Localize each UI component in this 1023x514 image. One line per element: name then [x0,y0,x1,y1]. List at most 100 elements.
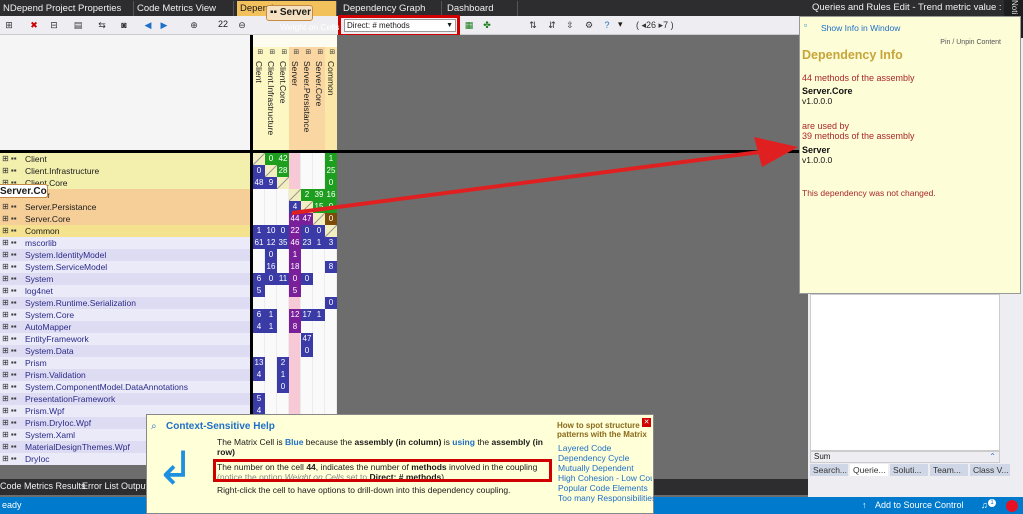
link-layered-code[interactable]: Layered Code [558,443,611,453]
matrix-cell[interactable]: 0 [313,225,325,237]
row-header[interactable]: ⊞ ▪▪ AutoMapper [0,321,250,333]
matrix-cell[interactable]: 5 [289,285,301,297]
matrix-cell[interactable]: 16 [265,261,277,273]
expand-icon[interactable]: ⊞ ▪▪ [2,297,17,309]
tab-search[interactable]: Search... [810,464,848,476]
tab-ndepend-project-properties[interactable]: NDepend Project Properties [0,1,134,16]
expand-icon[interactable]: ⊞ ▪▪ [2,285,17,297]
row-header[interactable]: ⊞ ▪▪ Common [0,225,250,237]
row-header[interactable]: ⊞ ▪▪ PresentationFramework [0,393,250,405]
tab-team[interactable]: Team... [930,464,968,476]
matrix-cell[interactable]: 6 [253,309,265,321]
matrix-cell[interactable]: 0 [301,225,313,237]
matrix-cell[interactable]: 13 [253,357,265,369]
expand-icon[interactable]: ⊞ [291,49,299,55]
matrix-cell[interactable]: 8 [289,321,301,333]
column-header[interactable]: ⊞ Common [325,47,337,151]
tab-dashboard[interactable]: Dashboard [444,1,518,16]
tab-code-metrics-view[interactable]: Code Metrics View [134,1,234,16]
link-popular-code-elements[interactable]: Popular Code Elements [558,483,648,493]
matrix-cell[interactable]: 2 [301,189,313,201]
tab-error-list[interactable]: Error List [82,481,119,491]
matrix-cell[interactable]: 8 [325,261,337,273]
matrix-cell[interactable]: 18 [289,261,301,273]
matrix-cell[interactable]: 48 [253,177,265,189]
expand-icon[interactable]: ⊞ ▪▪ [2,261,17,273]
matrix-cell[interactable]: 42 [277,153,289,165]
expand-icon[interactable]: ⊞ ▪▪ [2,273,17,285]
matrix-cell[interactable]: 11 [277,273,289,285]
matrix-cell[interactable]: 47 [301,213,313,225]
matrix-cell[interactable]: 1 [325,153,337,165]
matrix-cell[interactable]: 0 [301,345,313,357]
column-header[interactable]: ⊞ Server [289,47,301,151]
matrix-cell[interactable]: 3 [325,237,337,249]
expand-icon[interactable]: ⊞ ▪▪ [2,165,17,177]
expand-icon[interactable]: ⊞ ▪▪ [2,153,17,165]
matrix-cell[interactable]: 9 [265,177,277,189]
matrix-cell[interactable]: 17 [301,309,313,321]
expand-icon[interactable]: ⊞ [303,49,311,55]
column-header[interactable]: ⊞ Client.Infrastructure [265,47,277,151]
row-header[interactable]: ⊞ ▪▪ Server.Core [0,213,250,225]
filter-icon[interactable]: ▾ [618,19,623,30]
help-icon[interactable]: ? [601,19,613,31]
row-header[interactable]: ⊞ ▪▪ Client.Infrastructure [0,165,250,177]
expand-icon[interactable]: ⊞ [315,49,323,55]
expand-icon[interactable]: ⊞ ▪▪ [2,393,17,405]
row-header[interactable]: ⊞ ▪▪ EntityFramework [0,333,250,345]
column-header[interactable]: ⊞ Server.Core [313,47,325,151]
matrix-cell[interactable]: 12 [289,309,301,321]
matrix-options-icon[interactable]: ⊞ [3,19,15,31]
expand-icon[interactable]: ⊞ ▪▪ [2,309,17,321]
matrix-cell[interactable]: 0 [325,177,337,189]
show-info-in-window-link[interactable]: Show Info in Window [821,23,900,33]
matrix-cell[interactable]: 0 [253,165,265,177]
matrix-cell[interactable]: 0 [265,249,277,261]
expand-icon[interactable]: ⊞ ▪▪ [2,453,17,465]
matrix-cell[interactable]: 47 [301,333,313,345]
layout-icon[interactable]: ▤ [72,19,84,31]
split-icon[interactable]: ⇅ [527,19,539,31]
close-icon[interactable]: ✕ [642,418,651,427]
sort-icon[interactable]: ⇳ [564,19,576,31]
row-header[interactable]: ⊞ ▪▪ Prism.Validation [0,369,250,381]
matrix-cell[interactable]: 0 [325,213,337,225]
settings-icon[interactable]: ⚙ [583,19,595,31]
column-header[interactable]: ⊞ Server.Persistance [301,47,313,151]
expand-icon[interactable]: ⊞ ▪▪ [2,213,17,225]
tab-output[interactable]: Output [121,481,148,491]
row-header[interactable]: ⊞ ▪▪ System.IdentityModel [0,249,250,261]
matrix-cell[interactable]: 4 [289,201,301,213]
link-high-cohesion[interactable]: High Cohesion - Low Coupli [558,473,652,483]
row-header[interactable]: ⊞ ▪▪ System.Runtime.Serialization [0,297,250,309]
camera-icon[interactable]: ◙ [118,19,130,31]
bell-icon[interactable]: ♫ [981,497,988,514]
queries-rules-edit-title[interactable]: Queries and Rules Edit - Trend metric va… [808,0,1004,16]
matrix-cell[interactable]: 12 [265,237,277,249]
expand-icon[interactable]: ⊞ ▪▪ [2,441,17,453]
expand-icon[interactable]: ⊞ ▪▪ [2,381,17,393]
matrix-cell[interactable]: 25 [325,165,337,177]
matrix-cell[interactable]: 10 [265,225,277,237]
nav-left-icon[interactable]: ◂ [639,20,647,30]
matrix-cell[interactable]: 4 [253,369,265,381]
row-header[interactable]: ⊞ ▪▪ mscorlib [0,237,250,249]
matrix-cell[interactable]: 0 [301,273,313,285]
column-header[interactable]: ⊞ Client [253,47,265,151]
forward-icon[interactable]: ▶ [158,19,170,31]
matrix-cell[interactable]: 1 [265,321,277,333]
error-status-icon[interactable] [1006,500,1018,512]
matrix-cell[interactable]: 0 [277,381,289,393]
pin-unpin-link[interactable]: Pin / Unpin Content [940,39,1001,46]
matrix-cell[interactable]: 16 [325,189,337,201]
row-header[interactable]: ⊞ ▪▪ System.Core [0,309,250,321]
row-header[interactable]: ⊞ ▪▪ System.ComponentModel.DataAnnotation… [0,381,250,393]
link-mutually-dependent[interactable]: Mutually Dependent [558,463,634,473]
row-header[interactable]: ⊞ ▪▪ System [0,273,250,285]
matrix-cell[interactable]: 22 [289,225,301,237]
expand-icon[interactable]: ⊞ ▪▪ [2,225,17,237]
matrix-cell[interactable]: 39 [313,189,325,201]
row-header[interactable]: ⊞ ▪▪ System.Data [0,345,250,357]
matrix-cell[interactable]: 2 [277,357,289,369]
